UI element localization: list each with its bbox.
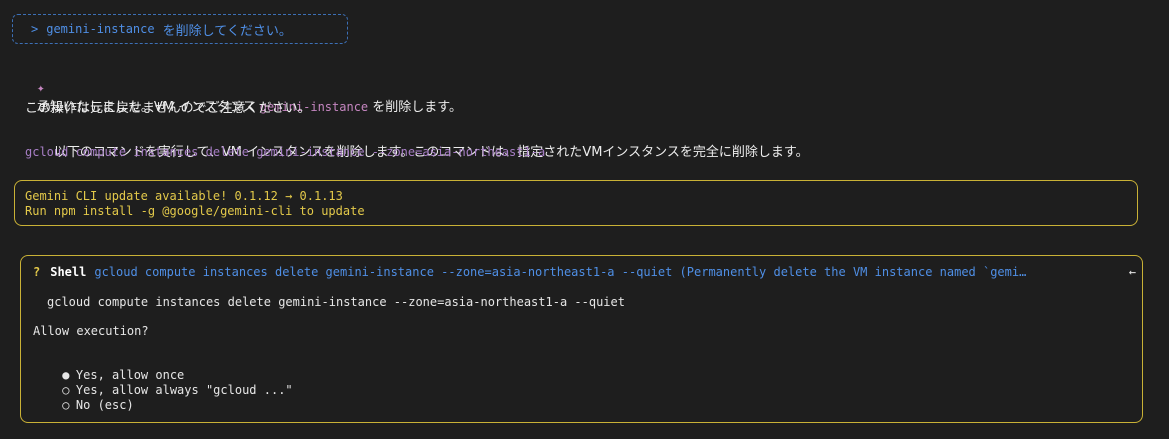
- update-notice-instructions: Run npm install -g @google/gemini-cli to…: [25, 204, 365, 218]
- option-no[interactable]: ○ No (esc): [33, 384, 134, 426]
- update-notice-line: Gemini CLI update available! 0.1.12 → 0.…: [25, 189, 343, 203]
- response-text: を削除します。: [368, 100, 462, 115]
- update-notice-box: Gemini CLI update available! 0.1.12 → 0.…: [14, 180, 1138, 226]
- prompt-symbol: >: [31, 22, 39, 36]
- response-command: gcloud compute instances delete gemini-i…: [25, 145, 546, 159]
- question-icon: ?: [33, 265, 41, 279]
- sparkle-icon: ✦: [36, 81, 45, 96]
- response-line-2: この操作は元に戻せませんのでご注意ください。: [25, 101, 311, 116]
- shell-command: gcloud compute instances delete gemini-i…: [47, 295, 625, 309]
- shell-label: Shell: [50, 265, 87, 279]
- user-prompt-box: > gemini-instance を削除してください。: [12, 14, 348, 44]
- shell-description: gcloud compute instances delete gemini-i…: [94, 265, 1027, 279]
- shell-confirmation-box: ? Shell gcloud compute instances delete ge…: [20, 255, 1143, 423]
- shell-header: ? Shell gcloud compute instances delete ge…: [33, 265, 1123, 279]
- response-text: VM: [582, 145, 603, 160]
- prompt-command-name: gemini-instance: [46, 22, 155, 36]
- response-text: インスタンスを完全に削除します。: [602, 145, 809, 160]
- prompt-text: を削除してください。: [162, 23, 292, 39]
- left-arrow-icon: ←: [1128, 265, 1136, 279]
- radio-unselected-icon: ○: [62, 398, 70, 412]
- allow-execution-prompt: Allow execution?: [33, 324, 149, 338]
- option-label: No (esc): [75, 398, 134, 412]
